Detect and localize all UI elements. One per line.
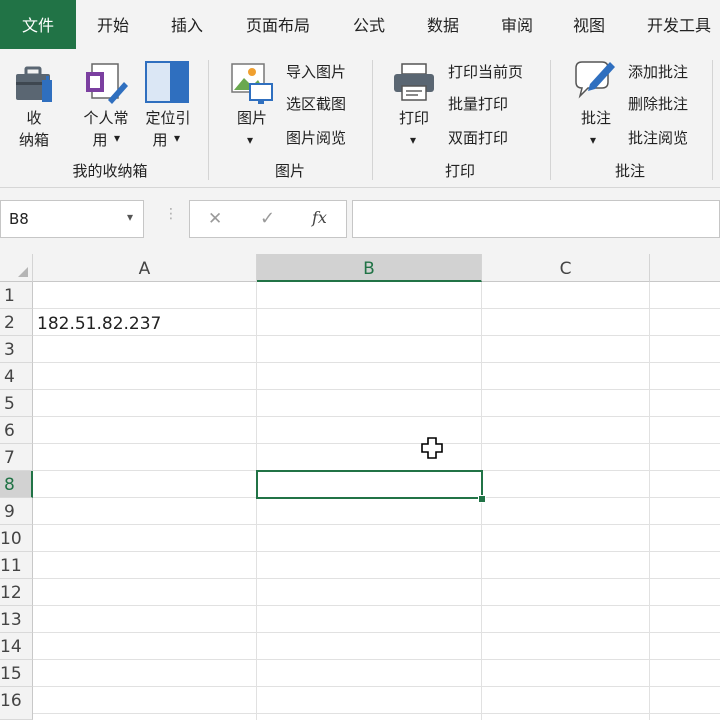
row-header-selected[interactable]: 8	[0, 471, 33, 498]
group-divider	[208, 60, 209, 180]
tab-view[interactable]: 视图	[560, 0, 618, 49]
cancel-icon[interactable]: ✕	[208, 209, 222, 229]
tab-insert[interactable]: 插入	[158, 0, 216, 49]
cell-a2[interactable]: 182.51.82.237	[37, 314, 161, 334]
tab-review[interactable]: 审阅	[488, 0, 546, 49]
group-label-comment: 批注	[614, 162, 645, 180]
gridline	[33, 659, 720, 660]
gridline	[33, 416, 720, 417]
comment-pen-icon	[575, 61, 615, 99]
gridline	[33, 308, 720, 309]
row-header[interactable]: 10	[0, 525, 33, 552]
batch-print-button[interactable]: 批量打印	[448, 94, 508, 114]
add-comment-button[interactable]: 添加批注	[628, 62, 688, 82]
locate-label-2: 用	[152, 131, 168, 149]
row-header[interactable]: 1	[0, 282, 33, 309]
delete-comment-button[interactable]: 删除批注	[628, 94, 688, 114]
picture-icon	[231, 63, 273, 104]
region-screenshot-button[interactable]: 选区截图	[286, 94, 346, 114]
row-header[interactable]: 4	[0, 363, 33, 390]
row-header[interactable]: 12	[0, 579, 33, 606]
print-current-page-button[interactable]: 打印当前页	[448, 62, 523, 82]
insert-function-icon[interactable]: fx	[312, 208, 327, 227]
personal-label-2: 用	[92, 131, 108, 149]
name-box-value: B8	[9, 210, 29, 228]
gridline	[33, 443, 720, 444]
locate-panel-icon	[145, 61, 189, 103]
group-divider	[372, 60, 373, 180]
tab-developer[interactable]: 开发工具	[638, 0, 720, 49]
spreadsheet-grid[interactable]: A B C 1 2 3 4 5 6 7 8 9 10 11 12 13 14 1…	[0, 254, 720, 720]
active-cell-b8[interactable]	[256, 470, 483, 499]
gridline	[33, 686, 720, 687]
column-header-b[interactable]: B	[257, 254, 482, 282]
chevron-down-icon[interactable]: ▾	[127, 210, 133, 224]
row-header[interactable]: 9	[0, 498, 33, 525]
gridline	[33, 578, 720, 579]
row-header[interactable]: 5	[0, 390, 33, 417]
chevron-down-icon: ▾	[246, 133, 254, 147]
tab-page-layout[interactable]: 页面布局	[236, 0, 320, 49]
row-header[interactable]: 6	[0, 417, 33, 444]
personal-label-1: 个人常	[83, 109, 129, 127]
import-picture-button[interactable]: 导入图片	[286, 62, 346, 82]
gridline	[33, 362, 720, 363]
group-label-print: 打印	[444, 162, 475, 180]
row-header[interactable]: 13	[0, 606, 33, 633]
row-header[interactable]: 16	[0, 687, 33, 720]
tab-file[interactable]: 文件	[0, 0, 76, 49]
print-label: 打印	[398, 109, 429, 127]
formula-input[interactable]	[352, 200, 720, 238]
select-all-icon	[18, 267, 28, 277]
gridline	[33, 335, 720, 336]
picture-browse-button[interactable]: 图片阅览	[286, 128, 346, 148]
ribbon-tab-bar: 文件 开始 插入 页面布局 公式 数据 审阅 视图 开发工具	[0, 0, 720, 49]
picture-label: 图片	[236, 109, 267, 127]
printer-icon	[394, 63, 434, 101]
gridline	[33, 605, 720, 606]
tab-home[interactable]: 开始	[84, 0, 142, 49]
comment-browse-button[interactable]: 批注阅览	[628, 128, 688, 148]
chevron-down-icon: ▾	[409, 133, 417, 147]
locate-label-1: 定位引	[145, 109, 191, 127]
duplex-print-button[interactable]: 双面打印	[448, 128, 508, 148]
column-header-c[interactable]: C	[482, 254, 650, 282]
row-header[interactable]: 2	[0, 309, 33, 336]
tab-data[interactable]: 数据	[414, 0, 472, 49]
group-divider	[550, 60, 551, 180]
chevron-down-icon: ▾	[173, 131, 181, 145]
gridline	[33, 389, 720, 390]
column-header-next[interactable]	[650, 254, 720, 282]
group-divider	[712, 60, 713, 180]
cell-cursor-icon	[421, 437, 443, 459]
group-label-picture: 图片	[274, 162, 305, 180]
gridline	[256, 282, 257, 720]
row-header[interactable]: 3	[0, 336, 33, 363]
gridline	[649, 282, 650, 720]
fill-handle[interactable]	[478, 495, 486, 503]
gridline	[33, 632, 720, 633]
select-all-corner[interactable]	[0, 254, 33, 282]
group-label-box: 我的收纳箱	[72, 162, 148, 180]
chevron-down-icon: ▾	[589, 133, 597, 147]
confirm-icon[interactable]: ✓	[260, 208, 275, 229]
collect-label-1: 收	[26, 109, 42, 127]
column-header-a[interactable]: A	[33, 254, 257, 282]
toolbox-icon	[16, 66, 52, 102]
row-header[interactable]: 7	[0, 444, 33, 471]
drag-handle-icon[interactable]: ⋮	[164, 206, 178, 222]
gridline	[33, 551, 720, 552]
row-header[interactable]: 11	[0, 552, 33, 579]
name-box[interactable]: B8 ▾	[0, 200, 144, 238]
gridline	[33, 524, 720, 525]
row-header[interactable]: 15	[0, 660, 33, 687]
comment-label: 批注	[580, 109, 611, 127]
formula-buttons: ✕ ✓ fx	[189, 200, 347, 238]
collect-label-2: 纳箱	[18, 131, 49, 149]
row-header[interactable]: 14	[0, 633, 33, 660]
gridline	[33, 713, 720, 714]
tab-formulas[interactable]: 公式	[340, 0, 398, 49]
chevron-down-icon: ▾	[113, 131, 121, 145]
personal-doc-icon	[86, 63, 128, 104]
